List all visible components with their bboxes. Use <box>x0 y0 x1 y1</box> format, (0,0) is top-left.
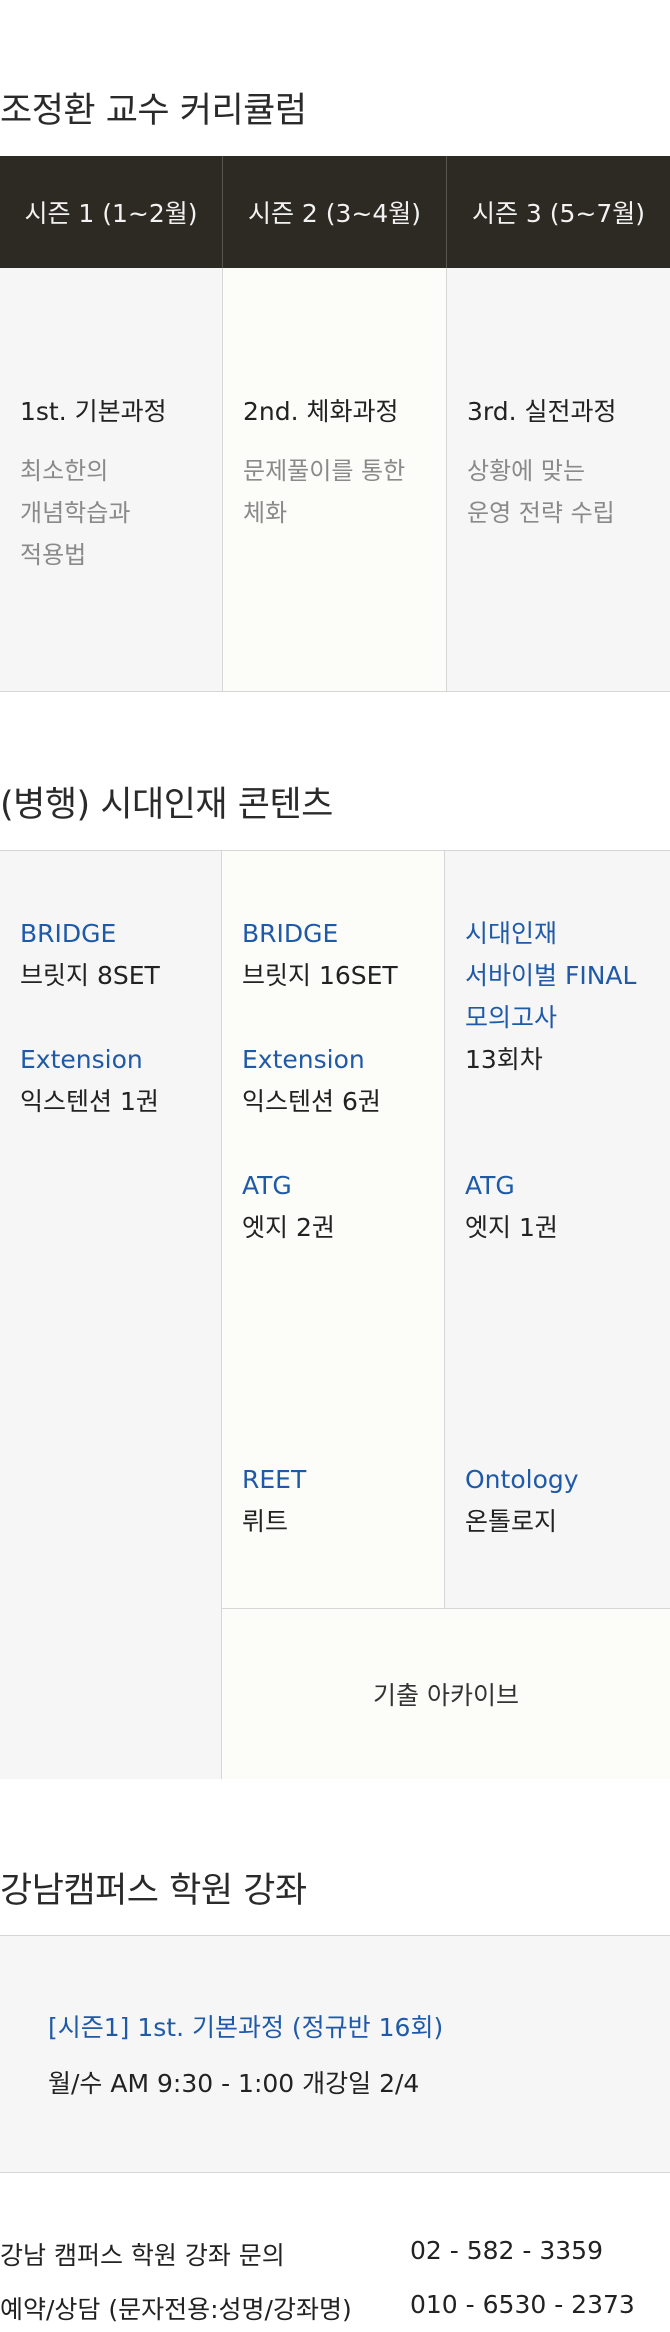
atg-item: ATG 엣지 1권 <box>465 1165 558 1249</box>
ontology-item: Ontology 온톨로지 <box>465 1459 579 1543</box>
lecture-card: [시즌1] 1st. 기본과정 (정규반 16회) 월/수 AM 9:30 - … <box>0 1935 670 2173</box>
contents-column-2: BRIDGE 브릿지 16SET Extension 익스텐션 6권 ATG 엣… <box>222 851 445 1609</box>
extension-label: Extension <box>242 1045 365 1074</box>
atg-item: ATG 엣지 2권 <box>242 1165 335 1249</box>
lecture-title-link[interactable]: [시즌1] 1st. 기본과정 (정규반 16회) <box>48 2008 443 2044</box>
season-1-cell: 1st. 기본과정 최소한의 개념학습과 적용법 <box>0 268 222 691</box>
season-2-description: 문제풀이를 통한 체화 <box>243 457 406 527</box>
contents-column-1: BRIDGE 브릿지 8SET Extension 익스텐션 1권 <box>0 851 222 1779</box>
extension-label: Extension <box>20 1045 143 1074</box>
season-3-header: 시즌 3 (5~7월) <box>446 156 670 268</box>
contents-table: BRIDGE 브릿지 8SET Extension 익스텐션 1권 BRIDGE… <box>0 850 670 1779</box>
reet-label: REET <box>242 1465 307 1494</box>
reet-item: REET 뤼트 <box>242 1459 306 1543</box>
extension-item: Extension 익스텐션 1권 <box>20 1039 159 1123</box>
season-1-header: 시즌 1 (1~2월) <box>24 199 198 228</box>
bridge-label: BRIDGE <box>20 919 117 948</box>
extension-count: 익스텐션 1권 <box>20 1087 159 1116</box>
atg-label: ATG <box>465 1171 515 1200</box>
bridge-count: 브릿지 16SET <box>242 961 398 990</box>
lecture-schedule: 월/수 AM 9:30 - 1:00 개강일 2/4 <box>48 2069 420 2098</box>
curriculum-header-row: 시즌 1 (1~2월) 시즌 2 (3~4월) 시즌 3 (5~7월) <box>0 156 670 268</box>
past-exam-archive: 기출 아카이브 <box>222 1609 670 1779</box>
season-2-cell: 2nd. 체화과정 문제풀이를 통한 체화 <box>222 268 446 691</box>
final-mock-exam-label: 시대인재 서바이벌 FINAL 모의고사 <box>465 919 637 1032</box>
final-mock-exam-count: 13회차 <box>465 1045 543 1074</box>
final-mock-exam-item: 시대인재 서바이벌 FINAL 모의고사 13회차 <box>465 913 636 1081</box>
season-3-course: 3rd. 실전과정 <box>467 397 617 426</box>
curriculum-table: 시즌 1 (1~2월) 시즌 2 (3~4월) 시즌 3 (5~7월) 1st.… <box>0 156 670 692</box>
extension-count: 익스텐션 6권 <box>242 1087 381 1116</box>
bridge-count: 브릿지 8SET <box>20 961 160 990</box>
season-1-course: 1st. 기본과정 <box>20 397 167 426</box>
extension-item: Extension 익스텐션 6권 <box>242 1039 381 1123</box>
season-1-description: 최소한의 개념학습과 적용법 <box>20 457 131 569</box>
booking-phone[interactable]: 010 - 6530 - 2373 <box>410 2290 635 2319</box>
contents-title: (병행) 시대인재 콘텐츠 <box>0 785 333 825</box>
ontology-name: 온톨로지 <box>465 1507 558 1536</box>
season-2-header: 시즌 2 (3~4월) <box>222 156 446 268</box>
atg-count: 엣지 1권 <box>465 1213 558 1242</box>
bridge-item: BRIDGE 브릿지 8SET <box>20 913 160 997</box>
season-2-course: 2nd. 체화과정 <box>243 397 399 426</box>
bridge-label: BRIDGE <box>242 919 339 948</box>
inquiry-phone[interactable]: 02 - 582 - 3359 <box>410 2236 603 2265</box>
curriculum-body-row: 1st. 기본과정 최소한의 개념학습과 적용법 2nd. 체화과정 문제풀이를… <box>0 268 670 692</box>
curriculum-title: 조정환 교수 커리큘럼 <box>0 91 307 131</box>
atg-label: ATG <box>242 1171 292 1200</box>
reet-name: 뤼트 <box>242 1507 289 1536</box>
booking-label: 예약/상담 (문자전용:성명/강좌명) <box>0 2295 352 2324</box>
season-3-description: 상황에 맞는 운영 전략 수립 <box>467 457 615 527</box>
bridge-item: BRIDGE 브릿지 16SET <box>242 913 398 997</box>
inquiry-label: 강남 캠퍼스 학원 강좌 문의 <box>0 2241 285 2270</box>
campus-title: 강남캠퍼스 학원 강좌 <box>0 1871 307 1911</box>
season-3-cell: 3rd. 실전과정 상황에 맞는 운영 전략 수립 <box>446 268 670 691</box>
ontology-label: Ontology <box>465 1465 579 1494</box>
contents-column-3: 시대인재 서바이벌 FINAL 모의고사 13회차 ATG 엣지 1권 Onto… <box>445 851 670 1609</box>
atg-count: 엣지 2권 <box>242 1213 335 1242</box>
